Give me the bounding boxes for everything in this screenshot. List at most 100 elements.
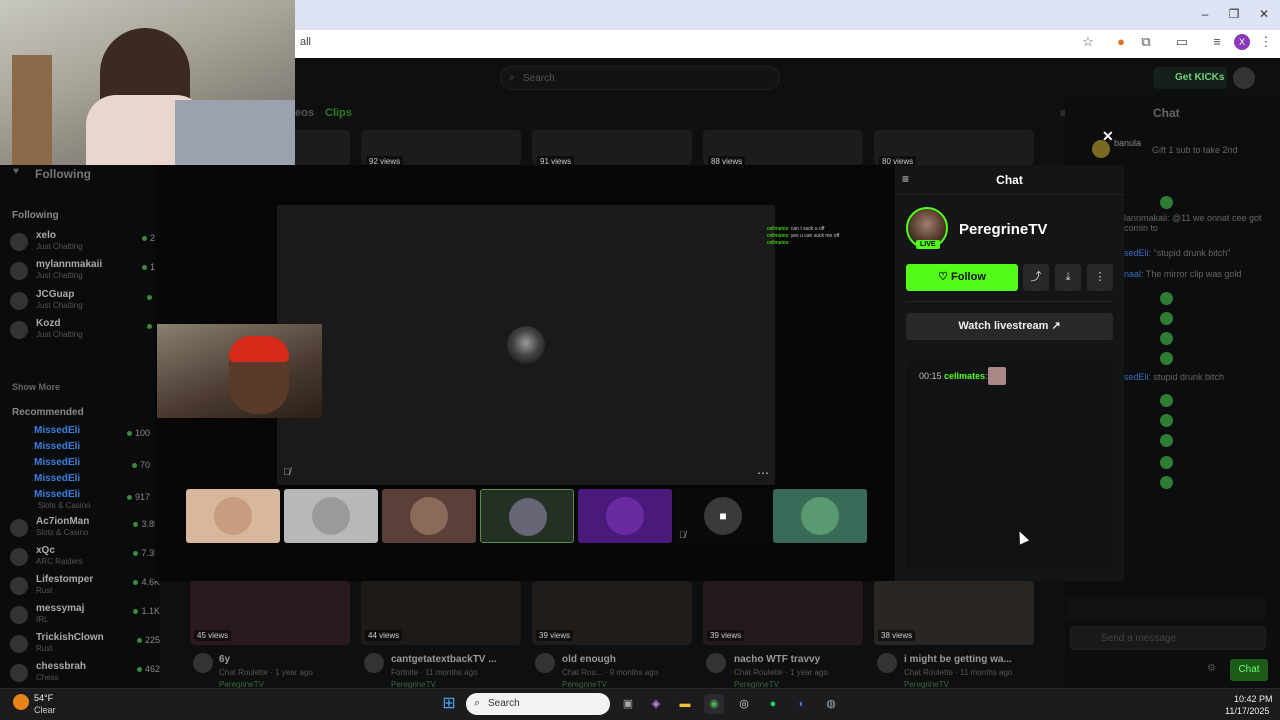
- send-chat-button[interactable]: Chat: [1230, 659, 1268, 681]
- chat-timestamp: 00:15: [919, 371, 942, 381]
- taskbar-search-input[interactable]: Search: [466, 693, 610, 715]
- video-title[interactable]: i might be getting wa...: [904, 654, 1012, 665]
- streamer-name[interactable]: PeregrineTV: [959, 221, 1047, 238]
- chat-message: 00:15 cellmates:: [919, 371, 988, 381]
- settings-icon[interactable]: ⚙: [1207, 663, 1216, 674]
- sidebar-item-xelo[interactable]: xeloJust Chatting26: [10, 230, 160, 258]
- channel-name: mylannmakaii: [36, 259, 103, 270]
- url-text[interactable]: all: [300, 36, 311, 48]
- video-title[interactable]: old enough: [562, 654, 616, 665]
- viewer-count: 917: [126, 492, 150, 502]
- profile-avatar[interactable]: X: [1234, 34, 1250, 50]
- mic-off-icon[interactable]: 🎙̸: [283, 467, 291, 478]
- participant-tile[interactable]: [284, 489, 378, 543]
- channel-name: MissedEli: [34, 489, 81, 500]
- viewer-count-value: 462: [144, 664, 160, 674]
- sidebar-following-title: Following: [35, 167, 91, 181]
- sidebar-item-chessbrah[interactable]: chessbrah Chess 462: [10, 661, 160, 689]
- obs-icon[interactable]: ◎: [734, 694, 754, 714]
- bookmark-star-icon[interactable]: ☆: [1080, 34, 1096, 50]
- video-title[interactable]: cantgetatextbackTV ...: [391, 654, 497, 665]
- live-dot: [133, 522, 139, 527]
- extensions-puzzle-icon[interactable]: ⧉: [1138, 34, 1154, 50]
- streamer-avatar: [507, 326, 545, 364]
- sidebar-item-missedeli[interactable]: MissedEli Slots & Casino 917: [2, 489, 152, 517]
- live-dot: [126, 431, 132, 436]
- chat-message-input[interactable]: Send a message: [1070, 626, 1266, 650]
- sidebar-item-jcguap[interactable]: JCGuapJust Chatting5: [10, 289, 160, 317]
- download-button[interactable]: ⤓: [1055, 264, 1081, 291]
- clock-time[interactable]: 10:42 PM: [1234, 694, 1273, 704]
- video-meta: Chat Roulette · 1 year ago: [734, 668, 828, 677]
- video-title[interactable]: 6y: [219, 654, 230, 665]
- emote-icon: [1160, 330, 1173, 348]
- channel-category: Rust: [36, 644, 53, 653]
- chat-text: :: [788, 240, 790, 246]
- sidebar-item-ac7ionman[interactable]: Ac7ionMan Slots & Casino 3.8K: [10, 516, 160, 544]
- watch-livestream-button[interactable]: Watch livestream ↗: [906, 313, 1113, 340]
- discord-icon[interactable]: ◐: [792, 694, 812, 714]
- participant-tile[interactable]: [773, 489, 867, 543]
- avatar: [801, 497, 839, 535]
- browser-menu-icon[interactable]: ⋮: [1258, 34, 1274, 50]
- user-avatar[interactable]: [1233, 67, 1255, 89]
- get-kicks-button[interactable]: Get KICKs: [1153, 67, 1227, 89]
- windows-start-icon[interactable]: ⊞: [439, 694, 459, 714]
- weather-icon[interactable]: [13, 694, 29, 710]
- share-button[interactable]: ⤴: [1023, 264, 1049, 291]
- live-badge: LIVE: [916, 240, 940, 249]
- chat-username[interactable]: cellmates: [944, 371, 985, 381]
- site-search-input[interactable]: Search: [500, 66, 780, 90]
- extension-icon[interactable]: ●: [1113, 34, 1129, 50]
- sidebar-item-mylannmakaii[interactable]: mylannmakaiiJust Chatting13: [10, 259, 160, 287]
- participant-tile[interactable]: ■: [676, 489, 770, 543]
- channel-category: Just Chatting: [36, 271, 83, 280]
- sidebar-item-xqc[interactable]: xQc ARC Raiders 7.3K: [10, 545, 160, 573]
- sidebar-item-missedeli[interactable]: MissedEli: [2, 441, 152, 457]
- more-button[interactable]: ⋮: [1087, 264, 1113, 291]
- task-view-icon[interactable]: ▣: [618, 694, 638, 714]
- participant-tile-active[interactable]: [480, 489, 574, 543]
- tab-clips[interactable]: Clips: [325, 107, 352, 119]
- avatar: [10, 262, 28, 280]
- heart-icon: ♡: [938, 271, 952, 283]
- copilot-icon[interactable]: ◈: [646, 694, 666, 714]
- chrome-icon[interactable]: ◉: [704, 694, 724, 714]
- minimize-icon[interactable]: –: [1197, 7, 1213, 21]
- emote-icon: [1160, 432, 1173, 450]
- close-window-icon[interactable]: ✕: [1256, 7, 1272, 21]
- cast-icon[interactable]: ▭: [1174, 34, 1190, 50]
- participant-tile[interactable]: [578, 489, 672, 543]
- steam-icon[interactable]: ◍: [821, 694, 841, 714]
- file-explorer-icon[interactable]: ▬: [675, 694, 695, 714]
- sidebar-item-missedeli[interactable]: MissedEli: [2, 473, 152, 489]
- sidebar-item-missedeli[interactable]: MissedEli 100: [2, 425, 152, 441]
- show-more-link[interactable]: Show More: [12, 382, 60, 392]
- media-icon[interactable]: ≡: [1209, 34, 1225, 50]
- emote-bar[interactable]: [1066, 598, 1266, 620]
- viewer-count: 100: [126, 428, 150, 438]
- sidebar-item-trickishclown[interactable]: TrickishClown Rust 225: [10, 632, 160, 660]
- clock-date[interactable]: 11/17/2025: [1225, 706, 1269, 716]
- follow-button[interactable]: ♡ Follow: [906, 264, 1018, 291]
- sidebar-item-messymaj[interactable]: messymaj IRL 1.1K: [10, 603, 160, 631]
- maximize-icon[interactable]: ❐: [1226, 7, 1242, 21]
- close-modal-icon[interactable]: ✕: [1102, 128, 1114, 145]
- sidebar-item-lifestomper[interactable]: Lifestomper Rust 4.6K: [10, 574, 160, 602]
- participant-tile[interactable]: [186, 489, 280, 543]
- sidebar-item-kozd[interactable]: KozdJust Chatting1: [10, 318, 160, 346]
- channel-name: messymaj: [36, 603, 85, 614]
- spotify-icon[interactable]: ●: [763, 694, 783, 714]
- more-options-icon[interactable]: ⋯: [757, 466, 769, 480]
- chat-image[interactable]: [988, 367, 1006, 385]
- tab-videos[interactable]: eos: [295, 107, 314, 119]
- sidebar-item-missedeli[interactable]: MissedEli 70: [2, 457, 152, 473]
- overlay-chat-line: cellmates: yes u can suck me off: [767, 233, 839, 240]
- video-title[interactable]: nacho WTF travvy: [734, 654, 820, 665]
- channel-name: MissedEli: [34, 473, 81, 484]
- address-bar[interactable]: [295, 30, 1280, 58]
- weather-temp[interactable]: 54°F: [34, 693, 53, 703]
- watch-label: Watch livestream: [958, 320, 1049, 332]
- weather-desc[interactable]: Clear: [34, 705, 56, 715]
- participant-tile[interactable]: [382, 489, 476, 543]
